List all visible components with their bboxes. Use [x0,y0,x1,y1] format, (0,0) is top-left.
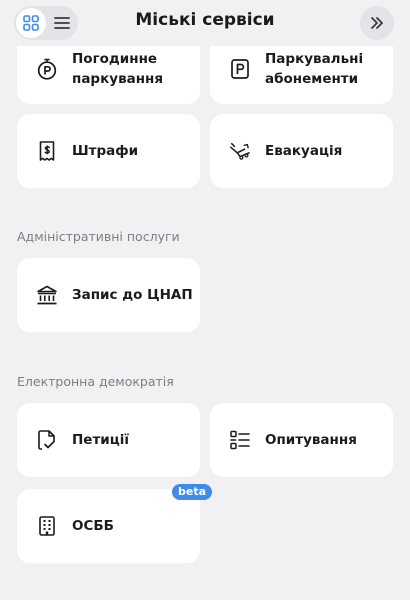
fines-card[interactable]: Штрафи [17,114,200,188]
admin-section-title: Адміністративні послуги [17,229,180,244]
stopwatch-parking-icon [36,58,58,80]
apartment-building-icon [36,515,58,537]
evacuation-card[interactable]: Евакуація [210,114,393,188]
government-building-icon [36,284,58,306]
top-bar: Міські сервіси [0,0,410,46]
beta-badge: beta [172,484,213,500]
cnap-appointment-label: Запис до ЦНАП [72,287,193,303]
polls-label: Опитування [265,432,357,448]
collapse-button[interactable] [360,6,394,40]
osbb-card[interactable]: ОСББ [17,489,200,563]
checklist-icon [229,429,251,451]
document-check-icon [36,429,58,451]
parking-ticket-icon [229,58,251,80]
hourly-parking-label: Погодинне паркування [72,51,164,87]
receipt-icon [36,140,58,162]
petitions-card[interactable]: Петиції [17,403,200,477]
evacuation-label: Евакуація [265,143,343,159]
polls-card[interactable]: Опитування [210,403,393,477]
petitions-label: Петиції [72,432,129,448]
tow-truck-icon [229,140,251,162]
double-chevron-right-icon [371,17,383,29]
page-title: Міські сервіси [135,10,275,30]
parking-subscriptions-label: Паркувальні абонементи [265,51,364,87]
fines-label: Штрафи [72,143,139,159]
osbb-label: ОСББ [72,518,114,534]
cnap-appointment-card[interactable]: Запис до ЦНАП [17,258,200,332]
democracy-section-title: Електронна демократія [17,374,174,389]
